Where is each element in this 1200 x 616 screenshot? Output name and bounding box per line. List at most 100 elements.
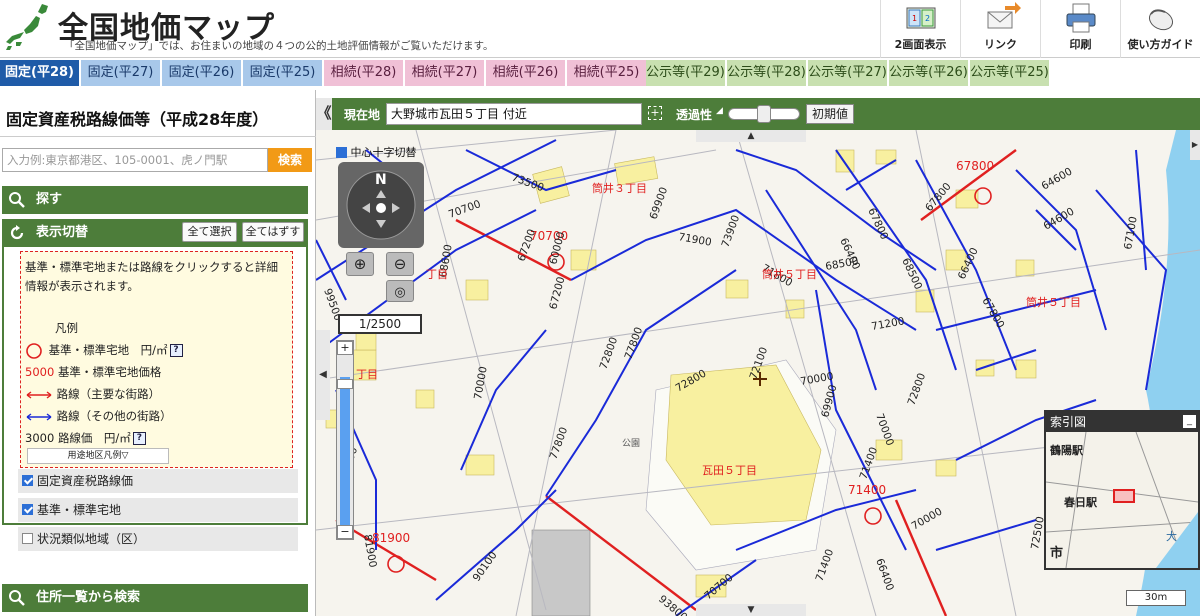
print-button[interactable]: 印刷 bbox=[1040, 0, 1120, 58]
std-price-label: 81900 bbox=[372, 531, 410, 545]
search-input[interactable]: 入力例:東京都港区、105-0001、虎ノ門駅 bbox=[2, 148, 268, 172]
zoom-out-button[interactable]: ⊖ bbox=[386, 252, 414, 276]
header: 全国地価マップ 「全国地価マップ」では、お住まいの地域の４つの公的土地評価情報が… bbox=[0, 0, 1200, 58]
crosshair-icon[interactable]: + bbox=[648, 106, 662, 120]
district-label: 筒井５丁目 bbox=[762, 267, 817, 281]
district-label: 筒井５丁目 bbox=[1026, 295, 1081, 309]
tab-inherit-h25[interactable]: 相続(平25) bbox=[567, 60, 646, 86]
help-icon[interactable]: ? bbox=[169, 344, 183, 357]
legend-heading: 凡例 bbox=[55, 321, 78, 335]
pan-right-button[interactable]: ▶ bbox=[1190, 130, 1200, 160]
svg-text:N: N bbox=[375, 172, 387, 188]
year-tabs: 固定(平28) 固定(平27) 固定(平26) 固定(平25) 相続(平28) … bbox=[0, 58, 1200, 88]
crosshair-toggle[interactable]: 中心十字切替 bbox=[336, 144, 417, 160]
guide-button[interactable]: 使い方ガイド bbox=[1120, 0, 1200, 58]
zoom-in-icon: ⊕ bbox=[353, 255, 367, 273]
district-label: 丁目 bbox=[426, 268, 448, 281]
tab-fixed-h26[interactable]: 固定(平26) bbox=[162, 60, 241, 86]
link-button[interactable]: リンク bbox=[960, 0, 1040, 58]
station-label: 鶴陽駅 bbox=[1050, 444, 1083, 457]
zoom-thumb[interactable] bbox=[337, 379, 353, 389]
zoom-track bbox=[340, 377, 350, 537]
panel-title: 固定資産税路線価等（平成28年度） bbox=[6, 110, 269, 129]
legend-intro: 基準・標準宅地または路線をクリックすると詳細情報が表示されます。 bbox=[25, 260, 278, 293]
checkbox-checked-icon bbox=[336, 146, 347, 158]
layer-similar-area[interactable]: 状況類似地域（区） bbox=[18, 527, 298, 551]
checkbox-checked-icon bbox=[22, 475, 33, 486]
deselect-all-button[interactable]: 全てはずす bbox=[242, 222, 304, 242]
site-subtitle: 「全国地価マップ」では、お住まいの地域の４つの公的土地評価情報がご覧いただけます… bbox=[64, 40, 494, 52]
legend-std-price: 5000 基準・標準宅地価格 bbox=[25, 365, 162, 379]
std-price-label: 71400 bbox=[848, 483, 886, 497]
map-label: 市 bbox=[1050, 546, 1064, 561]
section-search[interactable]: 探す bbox=[2, 186, 308, 214]
search-button[interactable]: 検索 bbox=[268, 148, 312, 172]
legend-box: 基準・標準宅地または路線をクリックすると詳細情報が表示されます。 凡例 基準・標… bbox=[20, 251, 293, 468]
tab-public-h25[interactable]: 公示等(平25) bbox=[970, 60, 1049, 86]
tab-inherit-h28[interactable]: 相続(平28) bbox=[324, 60, 403, 86]
zoom-plus-button[interactable]: + bbox=[337, 341, 353, 355]
dual-screen-button[interactable]: 12 2画面表示 bbox=[880, 0, 960, 58]
pan-down-button[interactable]: ▼ bbox=[696, 604, 806, 616]
index-map-title: 索引図 bbox=[1046, 412, 1198, 432]
location-label: 現在地 bbox=[344, 108, 381, 122]
checkbox-icon bbox=[22, 533, 33, 544]
zoom-reset-button[interactable]: ◎ bbox=[386, 280, 414, 302]
reset-button[interactable]: 初期値 bbox=[806, 104, 854, 124]
zoom-area-icon: ◎ bbox=[394, 285, 406, 300]
tab-fixed-h28[interactable]: 固定(平28) bbox=[0, 60, 79, 86]
checkbox-checked-icon bbox=[22, 504, 33, 515]
tab-fixed-h27[interactable]: 固定(平27) bbox=[81, 60, 160, 86]
tab-fixed-h25[interactable]: 固定(平25) bbox=[243, 60, 322, 86]
zoom-in-button[interactable]: ⊕ bbox=[346, 252, 374, 276]
link-mail-icon bbox=[961, 0, 1040, 36]
location-field[interactable]: 大野城市瓦田５丁目 付近 bbox=[386, 103, 642, 125]
district-label: 筒井３丁目 bbox=[592, 181, 647, 195]
zoom-minus-button[interactable]: − bbox=[337, 525, 353, 539]
japan-map-logo-icon bbox=[6, 4, 48, 50]
map-canvas[interactable]: 70700 67800 71400 81900 73500 70700 6990… bbox=[316, 130, 1200, 616]
district-label: 瓦田５丁目 bbox=[702, 464, 757, 477]
svg-text:2: 2 bbox=[925, 14, 930, 23]
station-label: 春日駅 bbox=[1064, 496, 1097, 509]
zoom-out-icon: ⊖ bbox=[393, 255, 407, 273]
layer-road-price[interactable]: 固定資産税路線価 bbox=[18, 469, 298, 493]
tab-public-h27[interactable]: 公示等(平27) bbox=[808, 60, 887, 86]
map-label: 大 bbox=[1166, 530, 1177, 543]
triangle-icon: ◢ bbox=[716, 106, 723, 116]
printer-icon bbox=[1041, 0, 1120, 36]
collapse-panel-button[interactable]: 《 bbox=[316, 98, 332, 130]
zoom-slider[interactable]: + − bbox=[336, 340, 354, 540]
tab-public-h29[interactable]: 公示等(平29) bbox=[646, 60, 725, 86]
legend-std-land: 基準・標準宅地 円/㎡? bbox=[25, 342, 183, 359]
compass-control[interactable]: N bbox=[338, 162, 424, 248]
std-price-label: 67800 bbox=[956, 159, 994, 173]
tab-inherit-h26[interactable]: 相続(平26) bbox=[486, 60, 565, 86]
section-display-toggle[interactable]: 表示切替 全て選択 全てはずす bbox=[2, 219, 308, 247]
opacity-slider[interactable] bbox=[728, 105, 800, 123]
svg-text:1: 1 bbox=[912, 14, 917, 23]
minimize-icon[interactable]: _ bbox=[1183, 415, 1196, 428]
dual-screen-icon: 12 bbox=[881, 0, 960, 36]
pan-up-button[interactable]: ▲ bbox=[696, 130, 806, 142]
district-label: 丁目 bbox=[356, 368, 378, 381]
divider bbox=[0, 136, 316, 137]
index-map[interactable]: 索引図 _ 鶴陽駅 春日駅 市 大 bbox=[1044, 410, 1200, 570]
slider-thumb[interactable] bbox=[757, 105, 771, 123]
legend-road-other: 路線（その他の街路） bbox=[25, 408, 172, 424]
layer-standard-land[interactable]: 基準・標準宅地 bbox=[18, 498, 298, 522]
red-arrow-icon bbox=[26, 390, 52, 399]
std-land-circle-icon bbox=[26, 342, 42, 359]
mouse-guide-icon bbox=[1121, 0, 1200, 36]
tab-public-h28[interactable]: 公示等(平28) bbox=[727, 60, 806, 86]
tab-public-h26[interactable]: 公示等(平26) bbox=[889, 60, 968, 86]
section-address-list[interactable]: 住所一覧から検索 bbox=[2, 584, 308, 612]
help-icon[interactable]: ? bbox=[132, 432, 146, 445]
search-icon bbox=[9, 590, 25, 606]
tab-inherit-h27[interactable]: 相続(平27) bbox=[405, 60, 484, 86]
select-all-button[interactable]: 全て選択 bbox=[182, 222, 237, 242]
park-label: 公園 bbox=[622, 438, 640, 449]
compass-icon: N bbox=[346, 170, 416, 240]
pan-left-button[interactable]: ◀ bbox=[316, 330, 330, 420]
zoning-legend-button[interactable]: 用途地区凡例▽ bbox=[27, 448, 169, 464]
